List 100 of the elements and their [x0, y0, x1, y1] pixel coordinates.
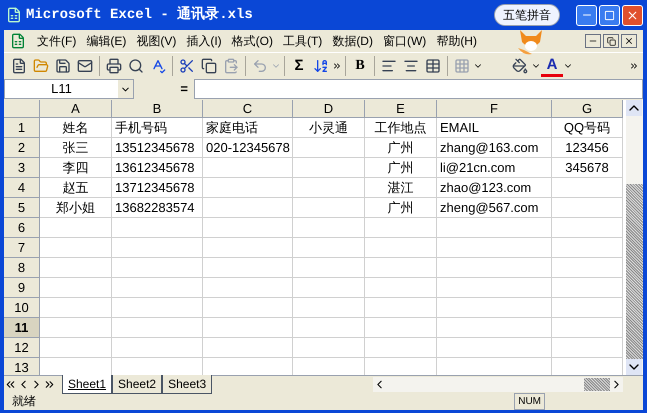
table-cell — [552, 278, 623, 298]
row-header[interactable]: 12 — [4, 338, 40, 358]
menu-item[interactable]: 插入(I) — [181, 32, 227, 50]
horizontal-scrollbar[interactable] — [373, 376, 623, 392]
table-cell — [365, 218, 437, 238]
maximize-icon — [604, 10, 615, 20]
table-cell — [293, 218, 365, 238]
column-header[interactable]: G — [552, 100, 623, 118]
table-cell — [552, 298, 623, 318]
table-cell: 小灵通 — [293, 118, 365, 138]
scroll-thumb[interactable] — [584, 378, 610, 390]
row-header[interactable]: 7 — [4, 238, 40, 258]
formula-sign: = — [179, 80, 189, 98]
column-header[interactable]: D — [293, 100, 365, 118]
close-button[interactable] — [621, 34, 637, 48]
table-cell — [365, 318, 437, 338]
sum-button[interactable]: Σ — [288, 54, 310, 76]
table-cell — [293, 198, 365, 218]
row-header[interactable]: 13 — [4, 358, 40, 375]
menu-item[interactable]: 文件(F) — [32, 32, 82, 50]
table-cell: 13712345678 — [112, 178, 203, 198]
column-header[interactable]: E — [365, 100, 437, 118]
table-cell — [293, 338, 365, 358]
column-header[interactable]: A — [40, 100, 112, 118]
table-cell — [40, 298, 112, 318]
bold-button[interactable]: B — [349, 54, 371, 76]
row-header[interactable]: 9 — [4, 278, 40, 298]
sheet-tab[interactable]: Sheet1 — [62, 374, 112, 394]
sheet-tab[interactable]: Sheet2 — [112, 374, 162, 394]
scroll-thumb[interactable] — [626, 184, 643, 359]
table-cell: QQ号码 — [552, 118, 623, 138]
row-header[interactable]: 8 — [4, 258, 40, 278]
table-cell: zhao@123.com — [437, 178, 552, 198]
table-cell — [40, 318, 112, 338]
table-cell — [293, 158, 365, 178]
table-cell: 广州 — [365, 158, 437, 178]
corner-cell[interactable] — [4, 100, 40, 118]
minimize-button[interactable] — [585, 34, 601, 48]
table-cell: 张三 — [40, 138, 112, 158]
table-cell — [365, 278, 437, 298]
menu-item[interactable]: 窗口(W) — [378, 32, 432, 50]
menu-item[interactable]: 帮助(H) — [431, 32, 482, 50]
table-cell: zhang@163.com — [437, 138, 552, 158]
table-cell — [293, 298, 365, 318]
scroll-down-icon[interactable] — [626, 359, 642, 375]
vertical-scrollbar[interactable] — [626, 100, 643, 375]
table-cell: 赵五 — [40, 178, 112, 198]
table-cell — [293, 138, 365, 158]
row-header[interactable]: 4 — [4, 178, 40, 198]
table-cell — [365, 238, 437, 258]
table-cell: 湛江 — [365, 178, 437, 198]
table-cell: 广州 — [365, 138, 437, 158]
table-cell — [365, 298, 437, 318]
scroll-up-icon[interactable] — [626, 100, 642, 116]
table-cell — [40, 258, 112, 278]
status-indicator: NUM — [514, 392, 545, 410]
column-header[interactable]: F — [437, 100, 552, 118]
more-icon[interactable] — [332, 60, 342, 70]
sheet-tab[interactable]: Sheet3 — [162, 374, 212, 394]
row-header[interactable]: 10 — [4, 298, 40, 318]
table-cell — [40, 278, 112, 298]
restore-button[interactable] — [603, 34, 619, 48]
row-header[interactable]: 5 — [4, 198, 40, 218]
table-cell — [40, 338, 112, 358]
row-header[interactable]: 1 — [4, 118, 40, 138]
window-title: Microsoft Excel - 通讯录.xls — [26, 5, 253, 24]
row-header[interactable]: 2 — [4, 138, 40, 158]
table-cell: 13512345678 — [112, 138, 203, 158]
more-icon[interactable] — [629, 60, 639, 70]
table-cell: 广州 — [365, 198, 437, 218]
ime-badge[interactable]: 五笔拼音 — [494, 4, 560, 26]
menu-item[interactable]: 编辑(E) — [81, 32, 132, 50]
table-cell: 345678 — [552, 158, 623, 178]
maximize-button[interactable] — [599, 4, 620, 26]
excel-logo-icon — [6, 7, 22, 23]
table-cell: 13612345678 — [112, 158, 203, 178]
status-text: 就绪 — [12, 393, 36, 410]
table-cell — [40, 238, 112, 258]
table-cell: 13682283574 — [112, 198, 203, 218]
table-cell — [552, 218, 623, 238]
name-box[interactable]: L11 — [4, 79, 134, 99]
menu-item[interactable]: 视图(V) — [131, 32, 182, 50]
table-cell: zheng@567.com — [437, 198, 552, 218]
menu-item[interactable]: 格式(O) — [226, 32, 278, 50]
formula-field[interactable] — [194, 79, 643, 99]
row-header[interactable]: 3 — [4, 158, 40, 178]
row-header[interactable]: 11 — [4, 318, 40, 338]
menu-item[interactable]: 工具(T) — [278, 32, 328, 50]
table-cell — [552, 238, 623, 258]
column-header[interactable]: B — [112, 100, 203, 118]
close-icon — [626, 8, 639, 22]
table-cell: 020-12345678 — [203, 138, 293, 158]
table-cell — [552, 318, 623, 338]
menu-item[interactable]: 数据(D) — [327, 32, 378, 50]
table-cell: 家庭电话 — [203, 118, 293, 138]
table-cell — [293, 178, 365, 198]
table-cell — [293, 238, 365, 258]
table-cell: 郑小姐 — [40, 198, 112, 218]
row-header[interactable]: 6 — [4, 218, 40, 238]
column-header[interactable]: C — [203, 100, 293, 118]
